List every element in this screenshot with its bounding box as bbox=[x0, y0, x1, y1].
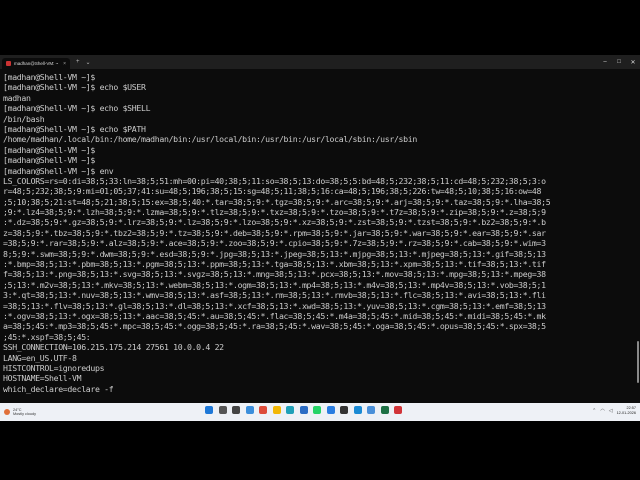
photos-icon[interactable] bbox=[326, 406, 335, 414]
terminal-line: z=38;5;9:*.tbz=38;5;9:*.tbz2=38;5;9:*.tz… bbox=[3, 227, 546, 238]
terminal-line: :*.ogv=38;5;13:*.ogx=38;5;13:*.aac=38;5;… bbox=[3, 310, 546, 321]
terminal-line: LANG=en_US.UTF-8 bbox=[3, 352, 77, 363]
whatsapp-icon[interactable] bbox=[313, 406, 321, 414]
clock-date: 12-01-2026 bbox=[616, 411, 636, 415]
start-icon[interactable] bbox=[205, 406, 213, 414]
close-window-button[interactable]: ✕ bbox=[626, 59, 640, 66]
terminal-line: madhan bbox=[3, 92, 31, 103]
task-view-icon[interactable] bbox=[232, 406, 240, 414]
terminal-line: [madhan@Shell-VM ~]$ bbox=[3, 144, 95, 155]
maximize-button[interactable]: □ bbox=[612, 59, 626, 66]
weather-widget[interactable]: 24°C Mostly cloudy bbox=[4, 408, 36, 417]
search-icon[interactable] bbox=[218, 406, 227, 414]
terminal-line: =38;5;13:*.flv=38;5;13:*.gl=38;5;13:*.dl… bbox=[3, 300, 546, 311]
store-icon[interactable] bbox=[299, 406, 308, 414]
terminal-line: /bin/bash bbox=[3, 113, 45, 124]
widgets-icon[interactable] bbox=[245, 406, 254, 414]
terminal-tab-icon bbox=[6, 61, 11, 66]
terminal-line: /home/madhan/.local/bin:/home/madhan/bin… bbox=[3, 134, 417, 145]
close-icon[interactable]: × bbox=[63, 61, 66, 67]
terminal-line: HISTCONTROL=ignoredups bbox=[3, 362, 105, 373]
terminal-line: which_declare=declare -f bbox=[3, 383, 114, 394]
terminal-line: =38;5;9:*.rar=38;5;9:*.alz=38;5;9:*.ace=… bbox=[3, 238, 546, 249]
terminal-line: r=48;5;232;38;5;9:mi=01;05;37;41:su=48;5… bbox=[3, 186, 542, 197]
wifi-icon[interactable]: ◠ bbox=[600, 408, 604, 414]
volume-icon[interactable]: ◁ bbox=[609, 408, 613, 414]
weather-desc: Mostly cloudy bbox=[13, 412, 37, 416]
terminal-line: :*.dz=38;5;9:*.gz=38;5;9:*.lrz=38;5;9:*.… bbox=[3, 217, 546, 228]
taskbar: 24°C Mostly cloudy ⌃ ◠ ◁ 22:57 12-01-202… bbox=[0, 403, 640, 421]
terminal-line: [madhan@Shell-VM ~]$ bbox=[3, 72, 95, 82]
new-tab-button[interactable]: + bbox=[76, 59, 80, 65]
explorer-icon[interactable] bbox=[272, 406, 281, 414]
terminal-icon[interactable] bbox=[340, 406, 348, 414]
terminal-line: [madhan@Shell-VM ~]$ echo $PATH bbox=[3, 123, 146, 134]
title-bar: madhan@Shell-VM: ~ × + ⌄ – □ ✕ bbox=[0, 55, 640, 69]
terminal-line: ;5;10;38;5;21:st=48;5;21;38;5;15:ex=38;5… bbox=[3, 196, 551, 207]
scrollbar[interactable] bbox=[636, 73, 639, 408]
terminal-line: a=38;5;45:*.mp3=38;5;45:*.mpc=38;5;45:*.… bbox=[3, 321, 546, 332]
app-icon[interactable] bbox=[367, 406, 375, 414]
edge-icon[interactable] bbox=[286, 406, 294, 414]
terminal-line: f=38;5;13:*.png=38;5;13:*.svg=38;5;13:*.… bbox=[3, 269, 546, 280]
terminal-line: ;9:*.lz4=38;5;9:*.lzh=38;5;9:*.lzma=38;5… bbox=[3, 207, 546, 218]
terminal-line: LS_COLORS=rs=0:di=38;5;33:ln=38;5;51:mh=… bbox=[3, 175, 546, 186]
terminal-line: [madhan@Shell-VM ~]$ env bbox=[3, 165, 114, 176]
terminal-line: [madhan@Shell-VM ~]$ echo $SHELL bbox=[3, 103, 151, 114]
window-controls: – □ ✕ bbox=[598, 59, 640, 66]
chevron-up-icon[interactable]: ⌃ bbox=[592, 408, 596, 414]
terminal-window: madhan@Shell-VM: ~ × + ⌄ – □ ✕ [madhan@S… bbox=[0, 55, 640, 421]
terminal-line: [madhan@Shell-VM ~]$ bbox=[3, 155, 95, 166]
excel-icon[interactable] bbox=[380, 406, 389, 414]
tab-terminal[interactable]: madhan@Shell-VM: ~ × bbox=[2, 58, 70, 69]
terminal-line: :*.bmp=38;5;13:*.pbm=38;5;13:*.pgm=38;5;… bbox=[3, 259, 546, 270]
terminal-line: 3:*.qt=38;5;13:*.nuv=38;5;13:*.wmv=38;5;… bbox=[3, 290, 546, 301]
chrome-icon[interactable] bbox=[259, 406, 267, 414]
terminal-line: HOSTNAME=Shell-VM bbox=[3, 373, 82, 384]
media-icon[interactable] bbox=[394, 406, 402, 414]
tab-title: madhan@Shell-VM: ~ bbox=[14, 61, 59, 66]
system-tray: ⌃ ◠ ◁ 22:57 12-01-2026 bbox=[592, 406, 636, 416]
vscode-icon[interactable] bbox=[353, 406, 362, 414]
weather-icon bbox=[4, 409, 10, 415]
terminal-line: [madhan@Shell-VM ~]$ echo $USER bbox=[3, 82, 146, 93]
minimize-button[interactable]: – bbox=[598, 59, 612, 66]
taskbar-apps bbox=[205, 406, 408, 414]
clock[interactable]: 22:57 12-01-2026 bbox=[617, 406, 636, 416]
terminal-line: ;45:*.xspf=38;5;45: bbox=[3, 331, 91, 342]
scrollbar-thumb[interactable] bbox=[637, 341, 639, 383]
terminal-line: 8;5;9:*.swm=38;5;9:*.dwm=38;5;9:*.esd=38… bbox=[3, 248, 546, 259]
terminal-output[interactable]: [madhan@Shell-VM ~]$ [madhan@Shell-VM ~]$… bbox=[3, 72, 633, 410]
chevron-down-icon[interactable]: ⌄ bbox=[86, 59, 91, 66]
terminal-line: SSH_CONNECTION=106.215.175.214 27561 10.… bbox=[3, 342, 224, 353]
terminal-line: ;5;13:*.m2v=38;5;13:*.mkv=38;5;13:*.webm… bbox=[3, 279, 546, 290]
